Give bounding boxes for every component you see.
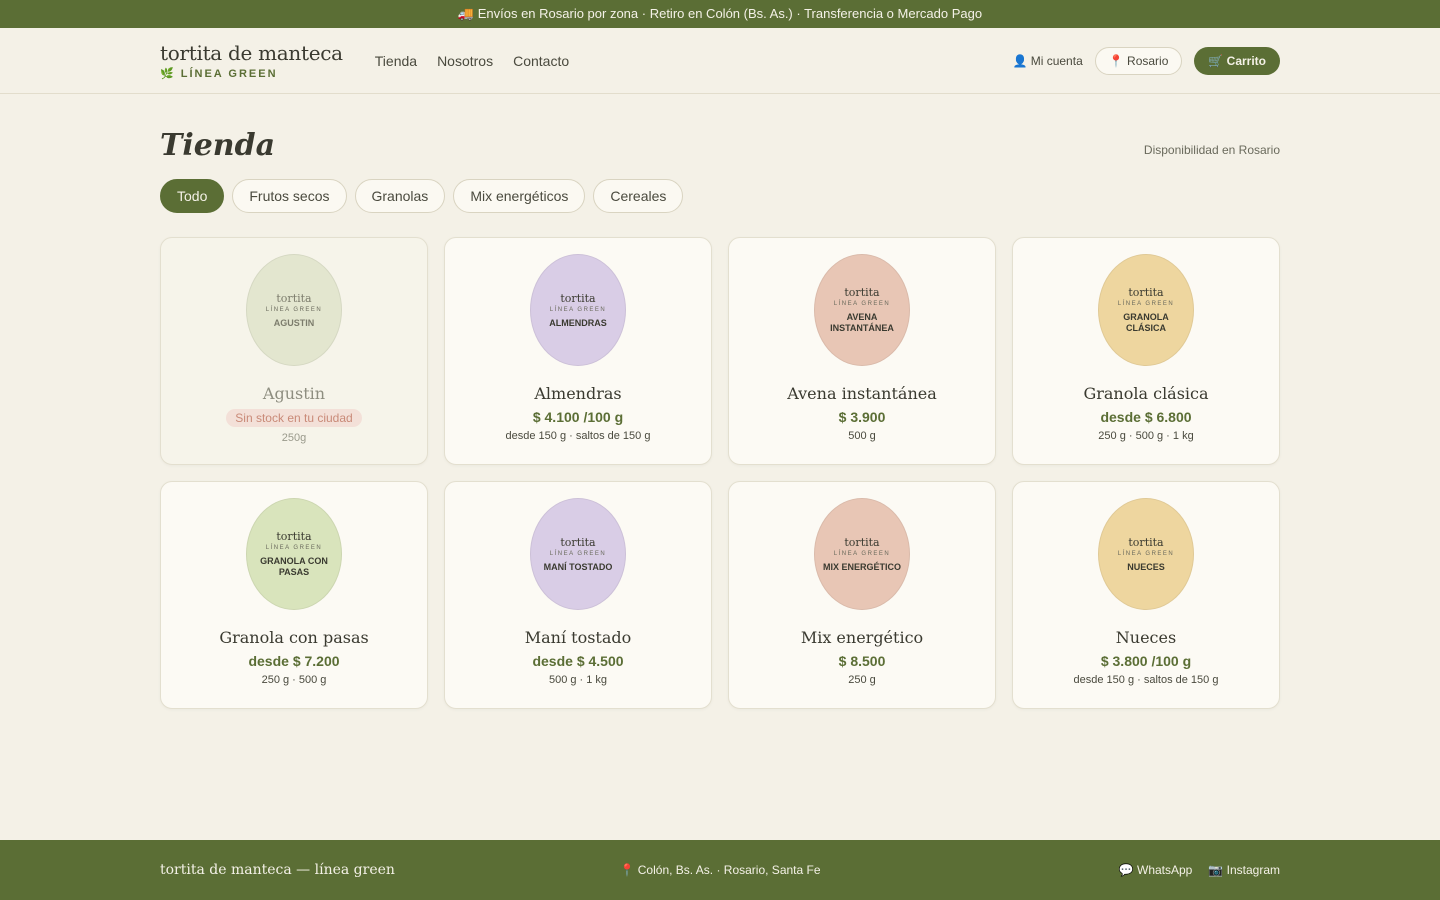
- product-label-image: tortita LÍNEA GREEN GRANOLA CLÁSICA: [1098, 254, 1194, 366]
- product-card[interactable]: tortita LÍNEA GREEN NUECES Nueces $ 3.80…: [1012, 481, 1280, 709]
- product-card[interactable]: tortita LÍNEA GREEN AGUSTIN Agustin Sin …: [160, 237, 428, 465]
- product-name: Agustin: [262, 384, 326, 403]
- footer-brand: tortita de manteca — línea green: [160, 862, 395, 878]
- nav-link-contacto[interactable]: Contacto: [513, 53, 569, 69]
- product-label-image: tortita LÍNEA GREEN AGUSTIN: [246, 254, 342, 366]
- oval-product-name: ALMENDRAS: [549, 317, 607, 328]
- brand-subtitle: 🌿 LÍNEA GREEN: [160, 68, 278, 80]
- product-name: Granola con pasas: [219, 628, 369, 647]
- product-price: $ 4.100 /100 g: [532, 409, 624, 425]
- oval-brand: tortita: [844, 535, 880, 549]
- oval-product-name: GRANOLA CLÁSICA: [1123, 312, 1169, 333]
- product-grid: tortita LÍNEA GREEN AGUSTIN Agustin Sin …: [160, 237, 1280, 709]
- product-label-image: tortita LÍNEA GREEN AVENA INSTANTÁNEA: [814, 254, 910, 366]
- oval-line: LÍNEA GREEN: [549, 550, 607, 557]
- product-name: Maní tostado: [524, 628, 632, 647]
- oval-brand: tortita: [560, 535, 596, 549]
- oval-product-name: GRANOLA CON PASAS: [260, 556, 328, 577]
- oval-brand: tortita: [560, 291, 596, 305]
- product-note: 250 g: [848, 674, 876, 686]
- product-price: $ 3.800 /100 g: [1100, 653, 1192, 669]
- main-nav: Tienda Nosotros Contacto: [375, 53, 569, 69]
- product-note: 250 g · 500 g: [261, 674, 327, 686]
- oval-line: LÍNEA GREEN: [265, 306, 323, 313]
- shop-main: Tienda Disponibilidad en Rosario Todo Fr…: [0, 128, 1440, 709]
- filter-chip-frutos-secos[interactable]: Frutos secos: [232, 179, 347, 213]
- filter-chip-cereales[interactable]: Cereales: [593, 179, 684, 213]
- product-card[interactable]: tortita LÍNEA GREEN GRANOLA CLÁSICA Gran…: [1012, 237, 1280, 465]
- brand-logo[interactable]: tortita de manteca 🌿 LÍNEA GREEN: [160, 41, 343, 80]
- oval-product-name: MIX ENERGÉTICO: [822, 561, 901, 572]
- product-price: $ 3.900: [838, 409, 886, 425]
- product-note: desde 150 g · saltos de 150 g: [1073, 674, 1219, 686]
- oval-brand: tortita: [1128, 535, 1164, 549]
- oval-brand: tortita: [844, 286, 880, 299]
- product-note: desde 150 g · saltos de 150 g: [505, 430, 651, 442]
- oval-brand: tortita: [1128, 286, 1164, 299]
- product-label-image: tortita LÍNEA GREEN MIX ENERGÉTICO: [814, 498, 910, 610]
- filter-chip-granolas[interactable]: Granolas: [354, 179, 446, 213]
- product-name: Granola clásica: [1083, 384, 1209, 403]
- oval-product-name: MANÍ TOSTADO: [543, 561, 613, 572]
- product-note: 250g: [281, 432, 307, 444]
- oval-product-name: AVENA INSTANTÁNEA: [830, 312, 894, 333]
- oval-product-name: NUECES: [1127, 561, 1165, 572]
- availability-label: Disponibilidad en Rosario: [1143, 143, 1280, 157]
- product-label-image: tortita LÍNEA GREEN NUECES: [1098, 498, 1194, 610]
- category-filters: Todo Frutos secos Granolas Mix energétic…: [160, 179, 1280, 213]
- footer-social-links: 💬 WhatsApp 📷 Instagram: [1119, 863, 1280, 877]
- oval-line: LÍNEA GREEN: [1117, 550, 1175, 557]
- oval-product-name: AGUSTIN: [273, 317, 315, 328]
- oval-line: LÍNEA GREEN: [833, 301, 891, 307]
- oval-brand: tortita: [276, 291, 312, 305]
- product-price: desde $ 4.500: [532, 653, 624, 669]
- cart-button[interactable]: 🛒 Carrito: [1194, 46, 1280, 75]
- product-name: Avena instantánea: [787, 384, 937, 403]
- product-card[interactable]: tortita LÍNEA GREEN GRANOLA CON PASAS Gr…: [160, 481, 428, 709]
- product-name: Mix energético: [800, 628, 924, 647]
- product-label-image: tortita LÍNEA GREEN GRANOLA CON PASAS: [246, 498, 342, 610]
- product-note: 500 g: [848, 430, 876, 442]
- site-footer: tortita de manteca — línea green 📍 Colón…: [0, 840, 1440, 900]
- title-row: Tienda Disponibilidad en Rosario: [160, 128, 1280, 163]
- product-card[interactable]: tortita LÍNEA GREEN AVENA INSTANTÁNEA Av…: [728, 237, 996, 465]
- oval-line: LÍNEA GREEN: [265, 545, 323, 551]
- instagram-link[interactable]: 📷 Instagram: [1208, 863, 1280, 877]
- product-name: Nueces: [1115, 628, 1177, 647]
- whatsapp-link[interactable]: 💬 WhatsApp: [1119, 863, 1193, 877]
- product-price: $ 8.500: [838, 653, 886, 669]
- product-name: Almendras: [534, 384, 622, 403]
- oval-line: LÍNEA GREEN: [549, 306, 607, 313]
- oval-line: LÍNEA GREEN: [1117, 301, 1175, 307]
- out-of-stock-badge: Sin stock en tu ciudad: [226, 409, 362, 427]
- site-header: tortita de manteca 🌿 LÍNEA GREEN Tienda …: [0, 28, 1440, 94]
- page-title: Tienda: [160, 128, 276, 163]
- oval-brand: tortita: [276, 530, 312, 543]
- location-selector[interactable]: 📍 Rosario: [1094, 46, 1183, 75]
- header-actions: 👤 Mi cuenta 📍 Rosario 🛒 Carrito: [1012, 46, 1280, 75]
- filter-chip-mix-energeticos[interactable]: Mix energéticos: [453, 179, 586, 213]
- product-label-image: tortita LÍNEA GREEN ALMENDRAS: [530, 254, 626, 366]
- product-card[interactable]: tortita LÍNEA GREEN ALMENDRAS Almendras …: [444, 237, 712, 465]
- product-note: 500 g · 1 kg: [548, 674, 608, 686]
- product-card[interactable]: tortita LÍNEA GREEN MIX ENERGÉTICO Mix e…: [728, 481, 996, 709]
- product-card[interactable]: tortita LÍNEA GREEN MANÍ TOSTADO Maní to…: [444, 481, 712, 709]
- brand-name: tortita de manteca: [160, 41, 343, 65]
- announcement-bar: 🚚 Envíos en Rosario por zona · Retiro en…: [0, 0, 1440, 28]
- product-price: desde $ 7.200: [248, 653, 340, 669]
- product-price: desde $ 6.800: [1100, 409, 1192, 425]
- filter-chip-todo[interactable]: Todo: [160, 179, 225, 213]
- product-label-image: tortita LÍNEA GREEN MANÍ TOSTADO: [530, 498, 626, 610]
- nav-link-nosotros[interactable]: Nosotros: [437, 53, 493, 69]
- product-note: 250 g · 500 g · 1 kg: [1098, 430, 1194, 442]
- account-link[interactable]: 👤 Mi cuenta: [1012, 54, 1082, 68]
- announcement-text: 🚚 Envíos en Rosario por zona · Retiro en…: [457, 6, 983, 21]
- oval-line: LÍNEA GREEN: [833, 550, 891, 557]
- nav-link-tienda[interactable]: Tienda: [375, 53, 417, 69]
